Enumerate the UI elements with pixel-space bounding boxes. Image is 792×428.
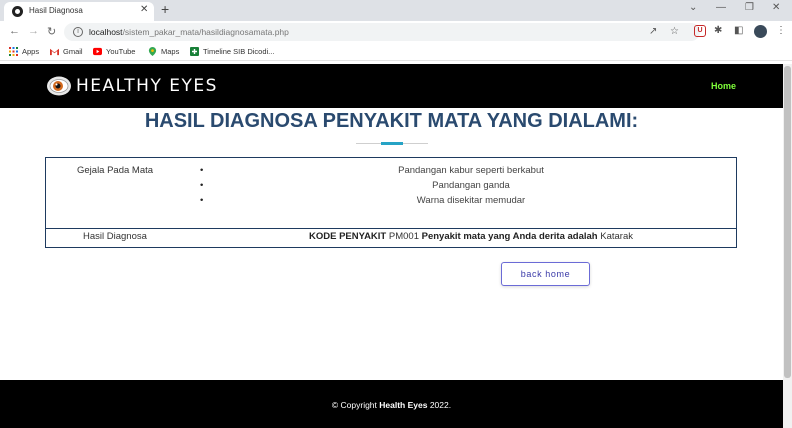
bookmark-apps[interactable]: Apps — [9, 47, 39, 56]
address-bar[interactable]: i localhost/sistem_pakar_mata/hasildiagn… — [64, 23, 700, 41]
symptom-text: Pandangan kabur seperti berkabut — [398, 165, 544, 176]
side-panel-icon[interactable]: ◧ — [734, 25, 743, 36]
bookmark-label: Maps — [161, 47, 180, 56]
youtube-icon — [93, 47, 102, 56]
browser-tab[interactable]: Hasil Diagnosa ✕ — [4, 2, 154, 21]
copyright-suffix: 2022. — [427, 400, 452, 410]
menu-dots-icon[interactable]: ⋮ — [776, 25, 786, 36]
bookmark-timeline[interactable]: Timeline SIB Dicodi... — [190, 47, 274, 56]
reload-icon[interactable]: ↻ — [47, 25, 56, 38]
close-tab-icon[interactable]: ✕ — [140, 4, 148, 15]
share-icon[interactable]: ↗ — [649, 26, 657, 37]
favicon-icon — [12, 6, 23, 17]
bookmark-gmail[interactable]: Gmail — [50, 47, 83, 56]
gmail-icon — [50, 48, 59, 56]
disease-code: PM001 — [388, 231, 419, 242]
site-header: HEALTHY EYES Home — [0, 64, 783, 108]
brand-name[interactable]: HEALTHY EYES — [76, 76, 218, 96]
symptom-text: Pandangan ganda — [432, 180, 510, 191]
symptom-list: • Pandangan kabur seperti berkabut • Pan… — [196, 165, 746, 210]
table-row-divider — [46, 228, 736, 229]
bookmark-maps[interactable]: Maps — [148, 47, 179, 56]
copyright-brand: Health Eyes — [379, 400, 428, 410]
scrollbar-thumb[interactable] — [784, 66, 791, 378]
page-scrollbar[interactable] — [783, 64, 792, 428]
close-window-button[interactable]: ✕ — [772, 2, 780, 13]
list-item: • Pandangan ganda — [196, 180, 746, 195]
bookmark-youtube[interactable]: YouTube — [93, 47, 135, 56]
bookmark-label: Timeline SIB Dicodi... — [203, 47, 275, 56]
bullet-icon: • — [200, 165, 204, 176]
bullet-icon: • — [200, 180, 204, 191]
back-home-button[interactable]: back home — [501, 262, 590, 286]
extensions-puzzle-icon[interactable]: ✱ — [714, 25, 722, 36]
plus-square-icon — [190, 47, 199, 56]
new-tab-button[interactable]: + — [161, 1, 169, 17]
profile-avatar[interactable] — [754, 25, 767, 38]
chevron-down-icon[interactable]: ⌄ — [689, 2, 697, 13]
url-text[interactable]: localhost/sistem_pakar_mata/hasildiagnos… — [89, 27, 289, 37]
symptoms-label: Gejala Pada Mata — [77, 165, 154, 176]
symptom-text: Warna disekitar memudar — [416, 195, 526, 206]
eye-logo-icon — [47, 76, 71, 96]
site-footer: © Copyright Health Eyes 2022. — [0, 380, 783, 428]
diagnosis-label: Hasil Diagnosa — [83, 231, 147, 242]
diagnosis-sentence: Penyakit mata yang Anda derita adalah — [421, 231, 598, 242]
info-icon[interactable]: i — [73, 27, 83, 37]
disease-name: Katarak — [600, 231, 634, 242]
title-divider-accent — [381, 142, 403, 145]
diagnosis-result-table: Gejala Pada Mata • Pandangan kabur seper… — [45, 157, 737, 248]
bookmarks-bar: Apps Gmail YouTube Maps Timeline SIB Dic… — [0, 43, 792, 61]
copyright-prefix: © Copyright — [331, 400, 380, 410]
forward-arrow-icon[interactable]: → — [28, 25, 39, 37]
nav-link-home[interactable]: Home — [711, 81, 736, 91]
browser-tabstrip: Hasil Diagnosa ✕ + ⌄ — ❐ ✕ — [0, 0, 792, 21]
back-arrow-icon[interactable]: ← — [9, 25, 20, 37]
bookmark-label: YouTube — [106, 47, 136, 56]
browser-toolbar: ← → ↻ i localhost/sistem_pakar_mata/hasi… — [0, 21, 792, 43]
bookmark-label: Apps — [22, 47, 40, 56]
bullet-icon: • — [200, 195, 204, 206]
maps-pin-icon — [148, 47, 157, 56]
list-item: • Warna disekitar memudar — [196, 195, 746, 210]
diagnosis-result: KODE PENYAKIT PM001 Penyakit mata yang A… — [196, 231, 746, 242]
apps-grid-icon — [9, 47, 18, 56]
disease-code-label: KODE PENYAKIT — [308, 231, 387, 242]
page-title: HASIL DIAGNOSA PENYAKIT MATA YANG DIALAM… — [144, 110, 639, 132]
copyright-text: © Copyright Health Eyes 2022. — [0, 400, 783, 410]
bookmark-star-icon[interactable]: ☆ — [670, 26, 679, 37]
restore-button[interactable]: ❐ — [745, 2, 754, 13]
list-item: • Pandangan kabur seperti berkabut — [196, 165, 746, 180]
extension-shield-icon[interactable]: U — [694, 25, 706, 37]
minimize-button[interactable]: — — [716, 2, 726, 13]
tab-title: Hasil Diagnosa — [29, 6, 83, 15]
bookmark-label: Gmail — [63, 47, 83, 56]
